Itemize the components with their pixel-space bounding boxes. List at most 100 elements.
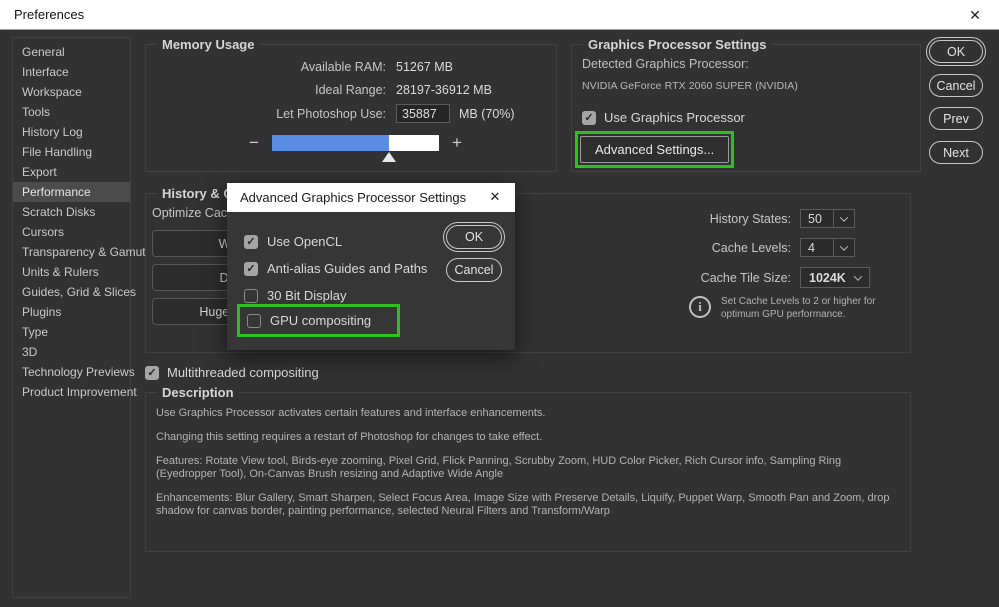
sidebar-item-history-log[interactable]: History Log bbox=[13, 122, 130, 142]
available-ram-label: Available RAM: bbox=[146, 60, 386, 74]
info-icon bbox=[689, 296, 711, 318]
popup-title: Advanced Graphics Processor Settings bbox=[240, 190, 466, 205]
advanced-gpu-settings-dialog: Advanced Graphics Processor Settings ✕ U… bbox=[227, 183, 515, 350]
advanced-settings-button[interactable]: Advanced Settings... bbox=[580, 136, 729, 163]
available-ram-row: Available RAM: 51267 MB bbox=[146, 60, 556, 74]
description-legend: Description bbox=[157, 385, 239, 400]
thirty-bit-display-row: 30 Bit Display bbox=[244, 288, 346, 303]
sidebar-item-performance[interactable]: Performance bbox=[13, 182, 130, 202]
sidebar-item-type[interactable]: Type bbox=[13, 322, 130, 342]
memory-usage-legend: Memory Usage bbox=[157, 37, 259, 52]
memory-amount-input[interactable] bbox=[396, 104, 450, 123]
sidebar-item-export[interactable]: Export bbox=[13, 162, 130, 182]
use-opencl-checkbox[interactable] bbox=[244, 235, 258, 249]
prev-button[interactable]: Prev bbox=[929, 107, 983, 130]
ideal-range-value: 28197-36912 MB bbox=[396, 83, 492, 97]
sidebar-item-tools[interactable]: Tools bbox=[13, 102, 130, 122]
graphics-processor-panel: Graphics Processor Settings Detected Gra… bbox=[571, 44, 921, 172]
multithreaded-compositing-checkbox[interactable] bbox=[145, 366, 159, 380]
ideal-range-row: Ideal Range: 28197-36912 MB bbox=[146, 83, 556, 97]
use-gpu-row: Use Graphics Processor bbox=[582, 110, 745, 125]
description-paragraph: Use Graphics Processor activates certain… bbox=[156, 407, 900, 420]
available-ram-value: 51267 MB bbox=[396, 60, 453, 74]
memory-slider-fill bbox=[272, 135, 389, 151]
gpu-name: NVIDIA GeForce RTX 2060 SUPER (NVIDIA) bbox=[582, 80, 920, 92]
cache-levels-select[interactable]: 4 bbox=[800, 238, 855, 257]
sidebar-item-guides-grid-slices[interactable]: Guides, Grid & Slices bbox=[13, 282, 130, 302]
use-opencl-row: Use OpenCL bbox=[244, 234, 342, 249]
chevron-down-icon[interactable] bbox=[834, 238, 855, 257]
sidebar-item-3d[interactable]: 3D bbox=[13, 342, 130, 362]
sidebar-item-workspace[interactable]: Workspace bbox=[13, 82, 130, 102]
advanced-settings-highlight: Advanced Settings... bbox=[575, 131, 734, 168]
cache-levels-label: Cache Levels: bbox=[591, 241, 791, 255]
sidebar-item-cursors[interactable]: Cursors bbox=[13, 222, 130, 242]
cache-tip-text: Set Cache Levels to 2 or higher for opti… bbox=[721, 296, 876, 321]
cache-tile-size-value: 1024K bbox=[809, 271, 846, 285]
popup-cancel-button[interactable]: Cancel bbox=[446, 258, 502, 282]
preferences-window: Preferences ✕ General Interface Workspac… bbox=[0, 0, 999, 607]
cache-tip-line1: Set Cache Levels to 2 or higher for bbox=[721, 296, 876, 307]
sidebar-item-technology-previews[interactable]: Technology Previews bbox=[13, 362, 130, 382]
let-photoshop-use-row: Let Photoshop Use: MB (70%) bbox=[146, 104, 556, 123]
sidebar-item-transparency-gamut[interactable]: Transparency & Gamut bbox=[13, 242, 130, 262]
memory-slider-track[interactable] bbox=[272, 135, 439, 151]
memory-slider-thumb[interactable] bbox=[382, 152, 396, 162]
cancel-button[interactable]: Cancel bbox=[929, 74, 983, 97]
sidebar-item-general[interactable]: General bbox=[13, 42, 130, 62]
anti-alias-row: Anti-alias Guides and Paths bbox=[244, 261, 427, 276]
memory-usage-panel: Memory Usage Available RAM: 51267 MB Ide… bbox=[145, 44, 557, 172]
description-paragraph: Features: Rotate View tool, Birds-eye zo… bbox=[156, 455, 900, 481]
thirty-bit-display-checkbox[interactable] bbox=[244, 289, 258, 303]
next-button[interactable]: Next bbox=[929, 141, 983, 164]
window-title: Preferences bbox=[14, 7, 84, 22]
anti-alias-label: Anti-alias Guides and Paths bbox=[267, 261, 427, 276]
sidebar-item-units-rulers[interactable]: Units & Rulers bbox=[13, 262, 130, 282]
memory-amount-suffix: MB (70%) bbox=[459, 107, 515, 121]
gpu-compositing-checkbox[interactable] bbox=[247, 314, 261, 328]
multithreaded-compositing-label: Multithreaded compositing bbox=[167, 365, 319, 380]
slider-plus-icon[interactable]: + bbox=[449, 135, 465, 151]
memory-slider: − + bbox=[246, 135, 465, 151]
slider-minus-icon[interactable]: − bbox=[246, 135, 262, 151]
chevron-down-icon[interactable] bbox=[834, 209, 855, 228]
cache-levels-row: Cache Levels: 4 bbox=[591, 238, 855, 257]
cache-levels-value: 4 bbox=[800, 238, 834, 257]
description-panel: Description Use Graphics Processor activ… bbox=[145, 392, 911, 552]
anti-alias-checkbox[interactable] bbox=[244, 262, 258, 276]
multithreaded-compositing-row: Multithreaded compositing bbox=[145, 365, 319, 380]
graphics-processor-legend: Graphics Processor Settings bbox=[583, 37, 771, 52]
cache-tile-size-row: Cache Tile Size: 1024K bbox=[591, 267, 870, 288]
let-photoshop-use-label: Let Photoshop Use: bbox=[146, 107, 386, 121]
sidebar-item-file-handling[interactable]: File Handling bbox=[13, 142, 130, 162]
thirty-bit-display-label: 30 Bit Display bbox=[267, 288, 346, 303]
history-states-label: History States: bbox=[591, 212, 791, 226]
popup-body: Use OpenCL Anti-alias Guides and Paths 3… bbox=[227, 212, 515, 350]
sidebar-item-interface[interactable]: Interface bbox=[13, 62, 130, 82]
description-paragraph: Changing this setting requires a restart… bbox=[156, 431, 900, 444]
gpu-compositing-highlight: GPU compositing bbox=[237, 304, 400, 337]
use-gpu-checkbox[interactable] bbox=[582, 111, 596, 125]
cache-tip-line2: optimum GPU performance. bbox=[721, 309, 846, 320]
cache-tile-size-label: Cache Tile Size: bbox=[591, 271, 791, 285]
ok-button[interactable]: OK bbox=[929, 40, 983, 63]
sidebar-item-scratch-disks[interactable]: Scratch Disks bbox=[13, 202, 130, 222]
chevron-down-icon bbox=[854, 272, 862, 280]
popup-titlebar: Advanced Graphics Processor Settings ✕ bbox=[227, 183, 515, 212]
history-states-value: 50 bbox=[800, 209, 834, 228]
description-paragraph: Enhancements: Blur Gallery, Smart Sharpe… bbox=[156, 492, 900, 518]
close-icon[interactable]: ✕ bbox=[963, 4, 987, 26]
sidebar-item-product-improvement[interactable]: Product Improvement bbox=[13, 382, 130, 402]
history-states-row: History States: 50 bbox=[591, 209, 855, 228]
cache-tip-row: Set Cache Levels to 2 or higher for opti… bbox=[689, 296, 876, 321]
popup-close-icon[interactable]: ✕ bbox=[484, 186, 506, 208]
use-opencl-label: Use OpenCL bbox=[267, 234, 342, 249]
sidebar-item-plugins[interactable]: Plugins bbox=[13, 302, 130, 322]
use-gpu-label: Use Graphics Processor bbox=[604, 110, 745, 125]
cache-tile-size-select[interactable]: 1024K bbox=[800, 267, 870, 288]
history-states-select[interactable]: 50 bbox=[800, 209, 855, 228]
ideal-range-label: Ideal Range: bbox=[146, 83, 386, 97]
popup-ok-button[interactable]: OK bbox=[446, 225, 502, 249]
detected-gpu-label: Detected Graphics Processor: bbox=[582, 57, 920, 71]
gpu-compositing-label: GPU compositing bbox=[270, 313, 371, 328]
